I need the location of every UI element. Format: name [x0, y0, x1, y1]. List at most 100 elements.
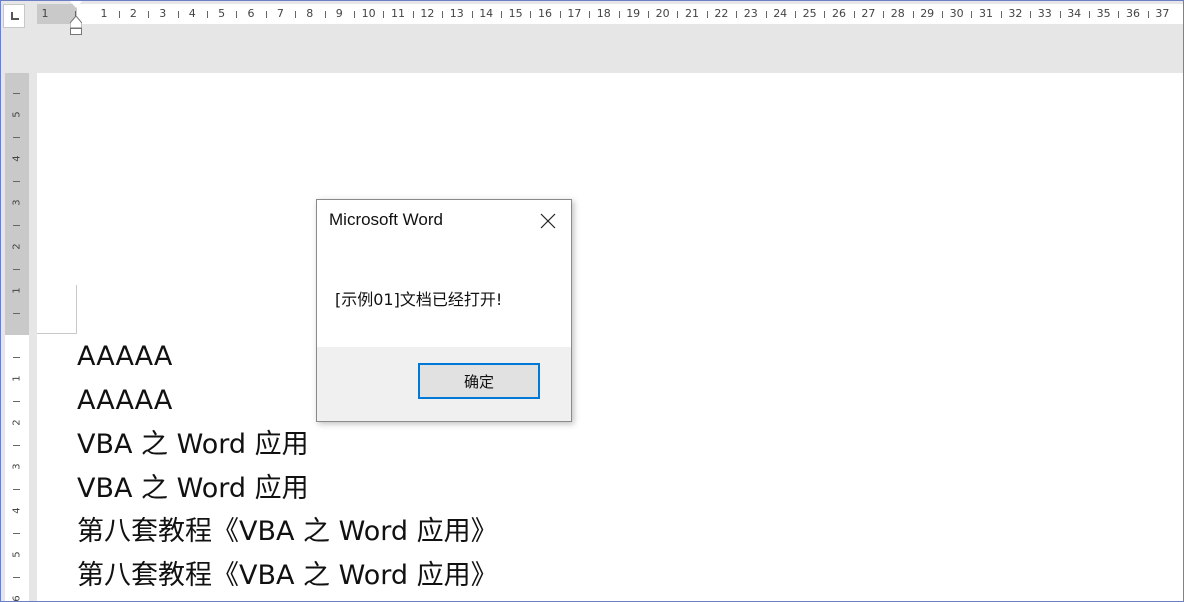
ruler-tick — [736, 11, 738, 18]
vruler-number: 4 — [11, 155, 23, 162]
ruler-tick — [530, 11, 532, 18]
ruler-tick — [1118, 11, 1120, 18]
ruler-tick — [941, 11, 943, 18]
ruler-number: 1 — [41, 7, 49, 20]
ruler-number: 11 — [391, 7, 405, 20]
vruler-tick — [13, 489, 20, 490]
ruler-tick — [383, 11, 385, 18]
vruler-number: 4 — [11, 507, 23, 514]
ruler-number: 3 — [159, 7, 167, 20]
ruler-number: 15 — [508, 7, 523, 20]
document-line[interactable]: 第八套教程《VBA 之 Word 应用》 — [77, 516, 498, 548]
ruler-number: 25 — [802, 7, 817, 20]
vruler-tick — [13, 313, 20, 314]
ruler-number: 13 — [449, 7, 464, 20]
close-button[interactable] — [533, 206, 563, 236]
ruler-tick — [500, 11, 502, 18]
vruler-number: 2 — [11, 419, 23, 426]
word-window: 1 1 2 3 4 5 6 7 8 9 10 11 12 13 14 15 16 17 18 19 20 21 22 23 24… — [0, 0, 1184, 602]
ruler-number: 7 — [276, 7, 284, 20]
horizontal-ruler[interactable]: 1 1 2 3 4 5 6 7 8 9 10 11 12 13 14 15 16 17 18 19 20 21 22 23 24… — [1, 1, 1183, 35]
ruler-tick — [148, 11, 150, 18]
ruler-tick — [1088, 11, 1090, 18]
ruler-number: 4 — [188, 7, 196, 20]
dialog-title: Microsoft Word — [329, 210, 443, 229]
ruler-tick — [412, 11, 414, 18]
ruler-number: 21 — [685, 7, 699, 20]
margin-corner-mark — [76, 285, 77, 333]
left-tab-icon — [11, 12, 19, 20]
vruler-tick — [13, 93, 20, 94]
vruler-number: 5 — [11, 111, 23, 118]
ruler-tick — [971, 11, 973, 18]
vertical-ruler[interactable]: 5 4 3 2 1 1 2 3 4 5 6 — [1, 73, 29, 602]
ruler-tick — [236, 11, 238, 18]
ruler-number: 32 — [1008, 7, 1023, 20]
vruler-number: 1 — [11, 287, 23, 294]
document-line[interactable]: AAAAA — [77, 385, 172, 417]
ruler-number: 12 — [420, 7, 435, 20]
ruler-tick — [118, 11, 120, 18]
ruler-tick — [442, 11, 444, 18]
document-line[interactable]: AAAAA — [77, 341, 172, 373]
ruler-number: 1 — [100, 7, 108, 20]
document-line[interactable]: 第八套教程《VBA 之 Word 应用》 — [77, 560, 498, 592]
vruler-tick — [13, 181, 20, 182]
ruler-tick — [206, 11, 208, 18]
ruler-number: 36 — [1126, 7, 1140, 20]
vruler-tick — [13, 137, 20, 138]
ruler-number: 27 — [861, 7, 876, 20]
vruler-number: 5 — [11, 551, 23, 558]
ruler-number: 20 — [655, 7, 670, 20]
ruler-tick — [883, 11, 885, 18]
ruler-tick — [589, 11, 591, 18]
vruler-number: 3 — [11, 199, 23, 206]
vruler-tick — [13, 401, 20, 402]
ruler-number: 31 — [979, 7, 993, 20]
ruler-number: 24 — [773, 7, 788, 20]
tab-selector[interactable] — [3, 4, 25, 28]
ruler-number: 14 — [479, 7, 494, 20]
ruler-tick — [853, 11, 855, 18]
ok-button[interactable]: 确定 — [418, 363, 540, 399]
ruler-number: 9 — [335, 7, 343, 20]
vruler-number: 6 — [11, 595, 23, 602]
ruler-tick — [824, 11, 826, 18]
ruler-number: 19 — [626, 7, 641, 20]
ruler-tick — [912, 11, 914, 18]
ruler-tick — [647, 11, 649, 18]
document-line[interactable]: VBA 之 Word 应用 — [77, 473, 309, 505]
margin-corner-mark — [37, 333, 77, 334]
ruler-number: 33 — [1037, 7, 1052, 20]
ruler-number: 22 — [714, 7, 729, 20]
ruler-number: 34 — [1067, 7, 1082, 20]
ruler-tick — [765, 11, 767, 18]
ruler-number: 28 — [890, 7, 905, 20]
message-box-dialog: Microsoft Word [示例01]文档已经打开! 确定 — [316, 199, 572, 422]
ruler-tick — [324, 11, 326, 18]
ruler-number: 18 — [596, 7, 611, 20]
ruler-tick — [177, 11, 179, 18]
ruler-tick — [677, 11, 679, 18]
dialog-button-bar: 确定 — [317, 347, 571, 421]
ruler-tick — [1030, 11, 1032, 18]
ruler-number: 30 — [949, 7, 964, 20]
ruler-number: 17 — [567, 7, 582, 20]
first-line-indent-marker[interactable] — [70, 1, 82, 8]
ruler-number: 5 — [218, 7, 226, 20]
ruler-number: 2 — [129, 7, 137, 20]
vruler-tick — [13, 269, 20, 270]
vruler-number: 3 — [11, 463, 23, 470]
hanging-indent-marker[interactable] — [70, 16, 82, 35]
ruler-tick — [471, 11, 473, 18]
document-line[interactable]: VBA 之 Word 应用 — [77, 429, 309, 461]
ruler-tick — [295, 11, 297, 18]
ruler-tick — [265, 11, 267, 18]
ruler-tick — [618, 11, 620, 18]
vruler-tick — [13, 533, 20, 534]
ruler-tick — [794, 11, 796, 18]
ruler-tick — [353, 11, 355, 18]
ruler-number: 23 — [743, 7, 758, 20]
close-icon — [540, 213, 556, 229]
vruler-tick — [13, 225, 20, 226]
